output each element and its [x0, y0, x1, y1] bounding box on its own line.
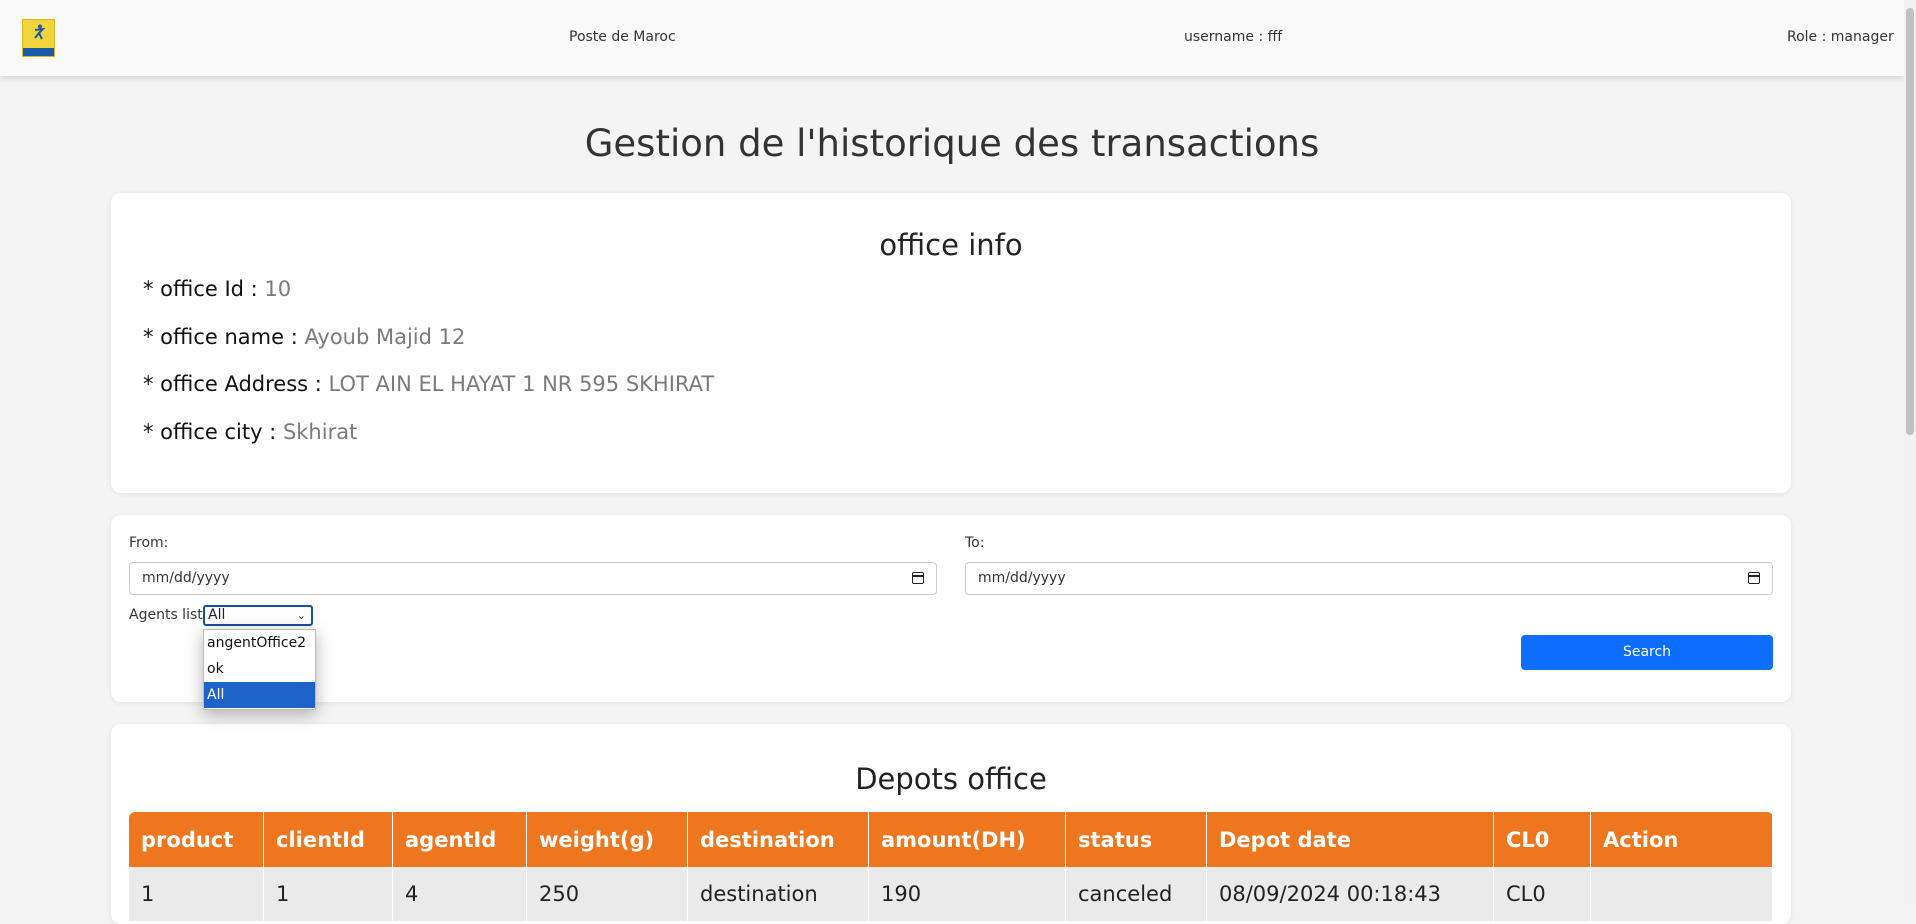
office-address-value: LOT AIN EL HAYAT 1 NR 595 SKHIRAT	[328, 372, 715, 396]
agent-option-selected[interactable]: All	[204, 682, 315, 708]
agents-select-value: All	[208, 607, 226, 623]
role-label: Role : manager	[1787, 29, 1894, 45]
to-date-input[interactable]: mm/dd/yyyy	[965, 562, 1773, 595]
column-header[interactable]: status	[1065, 812, 1207, 867]
office-id-value: 10	[264, 277, 292, 301]
agent-option[interactable]: angentOffice2	[204, 630, 315, 656]
office-address-row: * office Address : LOT AIN EL HAYAT 1 NR…	[143, 372, 714, 396]
table-cell: canceled	[1065, 867, 1207, 921]
table-cell: CL0	[1493, 867, 1591, 921]
calendar-icon[interactable]	[1748, 572, 1760, 584]
office-info-title: office info	[879, 228, 1023, 262]
column-header[interactable]: amount(DH)	[868, 812, 1066, 867]
brand-name: Poste de Maroc	[569, 29, 676, 45]
page-title: Gestion de l'historique des transactions	[584, 122, 1320, 165]
column-header[interactable]: Depot date	[1206, 812, 1494, 867]
table-cell: 1	[129, 867, 264, 921]
office-city-row: * office city : Skhirat	[143, 420, 357, 444]
agents-select[interactable]: All ⌄	[203, 605, 313, 626]
depots-table-card: Depots office product clientId agentId w…	[111, 724, 1791, 924]
username-label: username : fff	[1184, 29, 1283, 45]
table-row: 1 1 4 250 destination 190 canceled 08/09…	[129, 867, 1773, 921]
office-id-row: * office Id : 10	[143, 277, 291, 301]
table-cell-action[interactable]	[1590, 867, 1773, 921]
table-cell: 250	[526, 867, 688, 921]
depots-table-title: Depots office	[855, 762, 1047, 796]
agent-option[interactable]: ok	[204, 656, 315, 682]
column-header[interactable]: destination	[687, 812, 869, 867]
chevron-down-icon: ⌄	[296, 609, 306, 622]
page-scrollbar[interactable]	[1904, 0, 1916, 904]
top-navbar: Poste de Maroc username : fff Role : man…	[0, 0, 1904, 76]
office-name-value: Ayoub Majid 12	[304, 325, 466, 349]
table-cell: 190	[868, 867, 1066, 921]
filter-card: From: mm/dd/yyyy To: mm/dd/yyyy Agents l…	[111, 515, 1791, 702]
calendar-icon[interactable]	[912, 572, 924, 584]
office-info-card: office info * office Id : 10 * office na…	[111, 193, 1791, 493]
column-header[interactable]: agentId	[392, 812, 527, 867]
poste-maroc-logo-icon[interactable]	[22, 19, 55, 57]
office-name-row: * office name : Ayoub Majid 12	[143, 325, 465, 349]
table-cell: 1	[263, 867, 393, 921]
to-date-placeholder: mm/dd/yyyy	[978, 570, 1066, 586]
from-label: From:	[129, 535, 169, 551]
table-cell: destination	[687, 867, 869, 921]
column-header[interactable]: clientId	[263, 812, 393, 867]
depots-table: product clientId agentId weight(g) desti…	[129, 812, 1773, 921]
office-city-label: * office city :	[143, 420, 283, 444]
scrollbar-thumb[interactable]	[1906, 8, 1914, 435]
column-header[interactable]: product	[129, 812, 264, 867]
search-button[interactable]: Search	[1521, 635, 1773, 670]
office-address-label: * office Address :	[143, 372, 329, 396]
office-name-label: * office name :	[143, 325, 305, 349]
table-cell: 4	[392, 867, 527, 921]
agents-dropdown-list: angentOffice2 ok All	[203, 629, 316, 710]
to-label: To:	[965, 535, 985, 551]
table-header-row: product clientId agentId weight(g) desti…	[129, 812, 1773, 867]
table-cell: 08/09/2024 00:18:43	[1206, 867, 1494, 921]
column-header[interactable]: CL0	[1493, 812, 1591, 867]
column-header[interactable]: Action	[1590, 812, 1773, 867]
running-figure-icon	[34, 24, 45, 40]
column-header[interactable]: weight(g)	[526, 812, 688, 867]
from-date-placeholder: mm/dd/yyyy	[142, 570, 230, 586]
office-city-value: Skhirat	[282, 420, 358, 444]
agents-list-label: Agents list:	[129, 607, 208, 623]
from-date-input[interactable]: mm/dd/yyyy	[129, 562, 937, 595]
office-id-label: * office Id :	[143, 277, 265, 301]
